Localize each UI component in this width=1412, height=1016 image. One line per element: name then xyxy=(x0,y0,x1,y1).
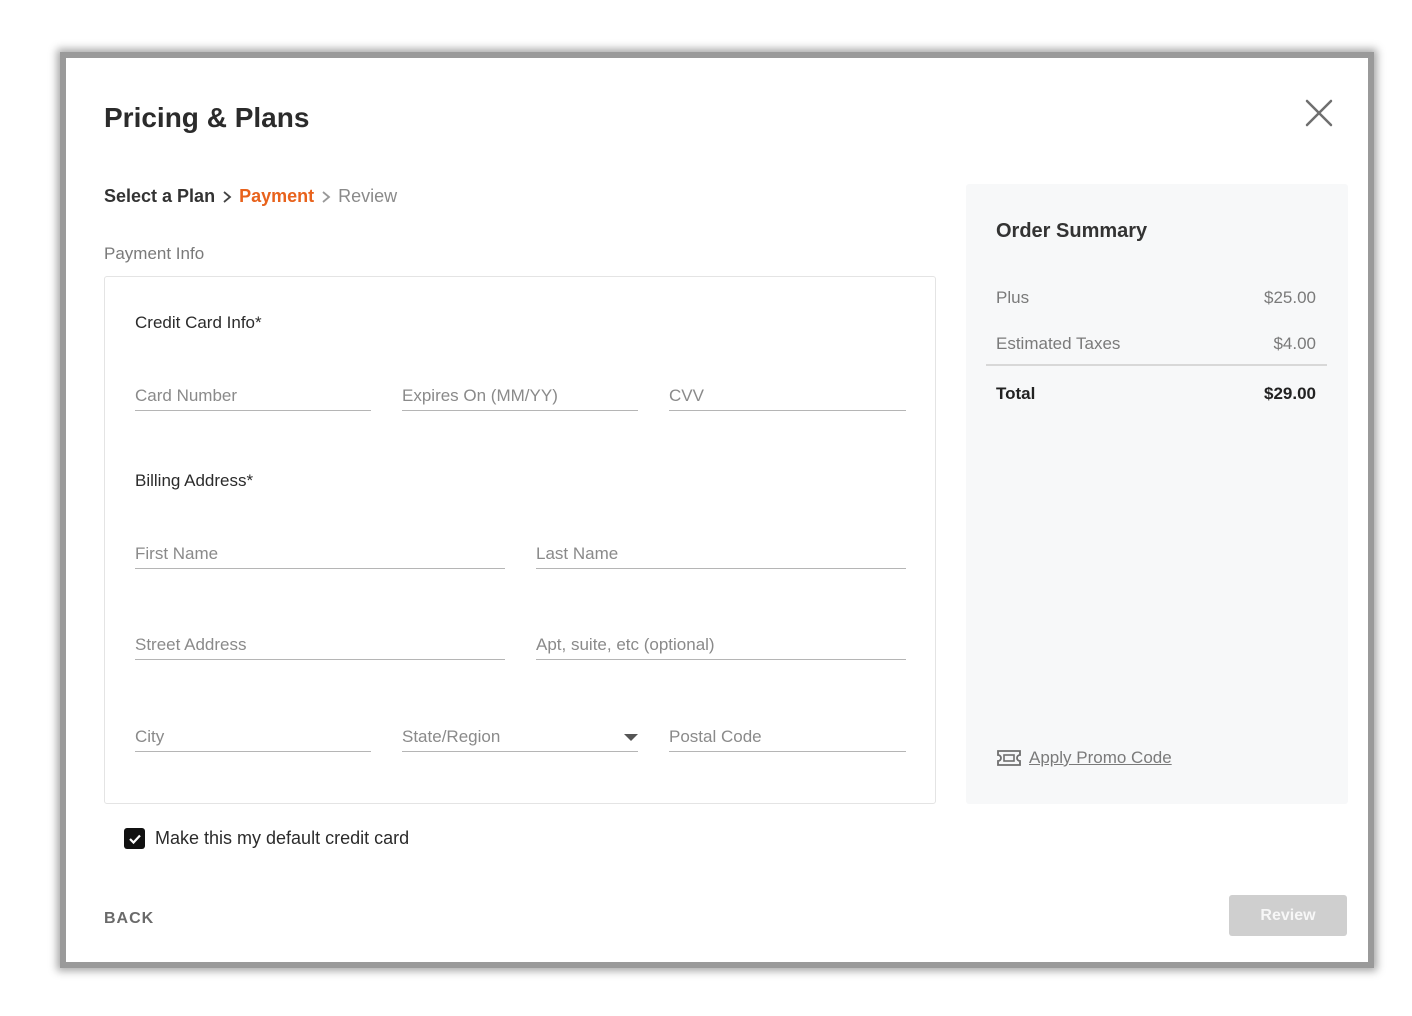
first-name-placeholder: First Name xyxy=(135,544,219,563)
payment-info-label: Payment Info xyxy=(104,244,205,263)
close-icon xyxy=(1305,99,1333,127)
summary-item-amount: $4.00 xyxy=(1273,334,1316,353)
pricing-dialog: Pricing & Plans Select a Plan Payment Re… xyxy=(60,52,1374,968)
state-region-select[interactable]: State/Region xyxy=(402,718,638,752)
expiry-field[interactable]: Expires On (MM/YY) xyxy=(402,377,638,411)
summary-item-label: Plus xyxy=(996,288,1030,307)
breadcrumb: Select a Plan Payment Review xyxy=(104,186,397,207)
chevron-right-icon xyxy=(322,190,331,203)
card-number-field[interactable]: Card Number xyxy=(135,377,371,411)
summary-row-total: Total $29.00 xyxy=(996,384,1316,404)
apt-suite-placeholder: Apt, suite, etc (optional) xyxy=(536,635,715,654)
summary-row-plan: Plus $25.00 xyxy=(996,288,1316,308)
ticket-icon xyxy=(997,750,1021,766)
summary-row-taxes: Estimated Taxes $4.00 xyxy=(996,334,1316,354)
default-card-checkbox[interactable] xyxy=(124,828,145,849)
city-field[interactable]: City xyxy=(135,718,371,752)
credit-card-heading: Credit Card Info* xyxy=(135,313,262,332)
breadcrumb-payment: Payment xyxy=(239,186,315,206)
apply-promo-label: Apply Promo Code xyxy=(1029,748,1172,767)
close-button[interactable] xyxy=(1304,98,1334,128)
default-card-label: Make this my default credit card xyxy=(155,828,410,848)
payment-form: Credit Card Info* Card Number Expires On… xyxy=(104,276,936,804)
last-name-placeholder: Last Name xyxy=(536,544,619,563)
order-summary-title: Order Summary xyxy=(996,220,1148,242)
breadcrumb-review: Review xyxy=(338,186,398,206)
postal-code-field[interactable]: Postal Code xyxy=(669,718,906,752)
order-summary-panel: Order Summary Plus $25.00 Estimated Taxe… xyxy=(966,184,1348,804)
apt-suite-field[interactable]: Apt, suite, etc (optional) xyxy=(536,626,906,660)
city-placeholder: City xyxy=(135,727,165,746)
caret-down-icon xyxy=(624,734,638,741)
expiry-placeholder: Expires On (MM/YY) xyxy=(402,386,558,405)
last-name-field[interactable]: Last Name xyxy=(536,535,906,569)
breadcrumb-select-plan[interactable]: Select a Plan xyxy=(104,186,215,207)
back-button[interactable]: BACK xyxy=(104,910,154,928)
street-address-placeholder: Street Address xyxy=(135,635,247,654)
review-button[interactable]: Review xyxy=(1229,895,1347,936)
total-label: Total xyxy=(996,384,1036,403)
checkmark-icon xyxy=(128,834,141,844)
summary-item-amount: $25.00 xyxy=(1264,288,1316,307)
cvv-placeholder: CVV xyxy=(669,386,704,405)
postal-code-placeholder: Postal Code xyxy=(669,727,762,746)
summary-divider xyxy=(986,364,1327,366)
card-number-placeholder: Card Number xyxy=(135,386,238,405)
street-address-field[interactable]: Street Address xyxy=(135,626,505,660)
chevron-right-icon xyxy=(223,190,232,203)
apply-promo-link[interactable]: Apply Promo Code xyxy=(996,748,1172,768)
total-amount: $29.00 xyxy=(1264,384,1316,403)
summary-item-label: Estimated Taxes xyxy=(996,334,1121,353)
first-name-field[interactable]: First Name xyxy=(135,535,505,569)
default-card-option: Make this my default credit card xyxy=(124,828,409,849)
state-region-placeholder: State/Region xyxy=(402,727,501,746)
billing-address-heading: Billing Address* xyxy=(135,471,254,490)
cvv-field[interactable]: CVV xyxy=(669,377,906,411)
dialog-title: Pricing & Plans xyxy=(104,102,310,133)
